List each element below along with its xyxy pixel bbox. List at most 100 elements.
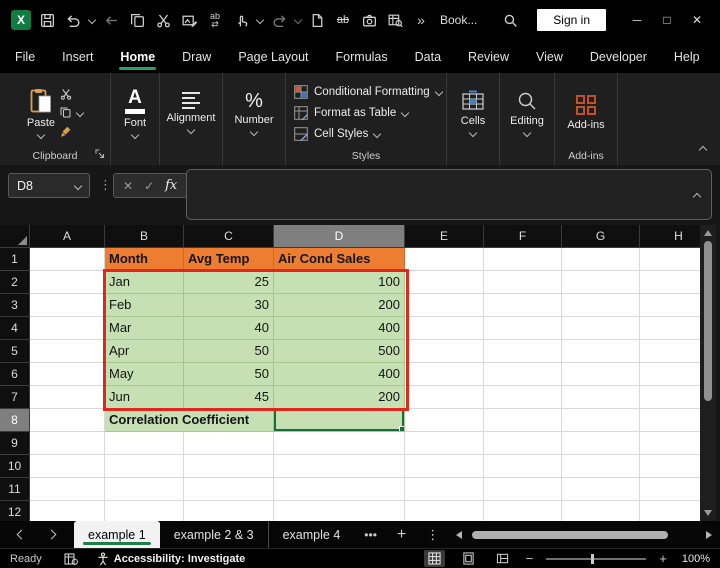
cell-C6[interactable]: 50: [184, 363, 274, 386]
addins-button[interactable]: Add-ins: [567, 94, 604, 131]
cell-F1[interactable]: [484, 248, 562, 271]
column-header-H[interactable]: H: [640, 225, 700, 248]
column-header-A[interactable]: A: [30, 225, 105, 248]
strikethrough-icon[interactable]: ab: [330, 0, 356, 40]
cell-A9[interactable]: [30, 432, 105, 455]
editing-button[interactable]: Editing: [510, 90, 544, 136]
row-header-9[interactable]: 9: [0, 432, 30, 455]
column-header-D[interactable]: D: [274, 225, 405, 248]
minimize-button[interactable]: ─: [622, 0, 652, 40]
cell-E6[interactable]: [405, 363, 484, 386]
cell-G5[interactable]: [562, 340, 640, 363]
cell-G7[interactable]: [562, 386, 640, 409]
vertical-scrollbar[interactable]: [700, 225, 716, 521]
cell-G11[interactable]: [562, 478, 640, 501]
cell-C2[interactable]: 25: [184, 271, 274, 294]
column-header-C[interactable]: C: [184, 225, 274, 248]
cell-F6[interactable]: [484, 363, 562, 386]
touch-mode-dropdown-icon[interactable]: [254, 0, 266, 40]
cell-D1[interactable]: Air Cond Sales: [274, 248, 405, 271]
zoom-level[interactable]: 100%: [682, 553, 710, 565]
cell-B1[interactable]: Month: [105, 248, 184, 271]
cell-G9[interactable]: [562, 432, 640, 455]
scroll-left-icon[interactable]: [456, 531, 462, 539]
cut-button[interactable]: [59, 87, 83, 101]
zoom-out-button[interactable]: −: [526, 552, 534, 565]
tab-developer[interactable]: Developer: [589, 42, 648, 72]
cell-H9[interactable]: [640, 432, 700, 455]
row-header-1[interactable]: 1: [0, 248, 30, 271]
cell-B7[interactable]: Jun: [105, 386, 184, 409]
column-header-B[interactable]: B: [105, 225, 184, 248]
paste-button[interactable]: Paste: [27, 88, 55, 138]
tab-draw[interactable]: Draw: [181, 42, 212, 72]
cell-C4[interactable]: 40: [184, 317, 274, 340]
cell-C1[interactable]: Avg Temp: [184, 248, 274, 271]
cell-B9[interactable]: [105, 432, 184, 455]
cut-icon[interactable]: [150, 0, 176, 40]
tab-insert[interactable]: Insert: [61, 42, 94, 72]
cell-F5[interactable]: [484, 340, 562, 363]
cell-E5[interactable]: [405, 340, 484, 363]
collapse-ribbon-icon[interactable]: [700, 140, 706, 158]
cell-E1[interactable]: [405, 248, 484, 271]
enter-entry-button[interactable]: ✓: [144, 179, 154, 193]
scroll-down-icon[interactable]: [704, 510, 712, 516]
cell-C7[interactable]: 45: [184, 386, 274, 409]
font-button[interactable]: A Font: [124, 88, 146, 138]
tab-home[interactable]: Home: [119, 42, 156, 72]
cell-D8[interactable]: [274, 409, 405, 432]
cell-H3[interactable]: [640, 294, 700, 317]
horizontal-scrollbar-thumb[interactable]: [472, 531, 668, 539]
alignment-button[interactable]: Alignment: [167, 92, 216, 133]
cell-D7[interactable]: 200: [274, 386, 405, 409]
cell-F2[interactable]: [484, 271, 562, 294]
save-icon[interactable]: [34, 0, 60, 40]
cell-B4[interactable]: Mar: [105, 317, 184, 340]
cell-F3[interactable]: [484, 294, 562, 317]
cell-H4[interactable]: [640, 317, 700, 340]
name-box-dropdown-icon[interactable]: [74, 181, 82, 189]
cell-H11[interactable]: [640, 478, 700, 501]
normal-view-button[interactable]: [424, 550, 445, 567]
row-header-7[interactable]: 7: [0, 386, 30, 409]
cell-E3[interactable]: [405, 294, 484, 317]
cell-C11[interactable]: [184, 478, 274, 501]
cell-A7[interactable]: [30, 386, 105, 409]
cell-D11[interactable]: [274, 478, 405, 501]
cell-D2[interactable]: 100: [274, 271, 405, 294]
zoom-in-button[interactable]: +: [659, 552, 667, 565]
table-lookup-icon[interactable]: [382, 0, 408, 40]
vertical-scrollbar-thumb[interactable]: [704, 241, 712, 401]
cell-G2[interactable]: [562, 271, 640, 294]
page-break-preview-button[interactable]: [492, 550, 513, 567]
cell-H8[interactable]: [640, 409, 700, 432]
row-header-5[interactable]: 5: [0, 340, 30, 363]
cell-F9[interactable]: [484, 432, 562, 455]
cells-button[interactable]: Cells: [461, 90, 485, 136]
cell-D6[interactable]: 400: [274, 363, 405, 386]
horizontal-scrollbar-track[interactable]: [470, 530, 698, 540]
horizontal-scrollbar[interactable]: [456, 530, 720, 540]
tab-view[interactable]: View: [535, 42, 564, 72]
cell-E4[interactable]: [405, 317, 484, 340]
select-all-corner[interactable]: [0, 225, 30, 248]
cell-B8[interactable]: Correlation Coefficient: [105, 409, 274, 432]
search-icon[interactable]: [497, 0, 523, 40]
sheet-tab-example-1[interactable]: example 1: [74, 521, 160, 548]
sheet-tab-example-2-3[interactable]: example 2 & 3: [160, 521, 268, 548]
cell-B10[interactable]: [105, 455, 184, 478]
more-commands-icon[interactable]: »: [408, 0, 434, 40]
cell-F11[interactable]: [484, 478, 562, 501]
cell-A4[interactable]: [30, 317, 105, 340]
cell-B5[interactable]: Apr: [105, 340, 184, 363]
accessibility-status[interactable]: Accessibility: Investigate: [114, 553, 245, 565]
cell-F10[interactable]: [484, 455, 562, 478]
tab-page-layout[interactable]: Page Layout: [237, 42, 309, 72]
cell-H6[interactable]: [640, 363, 700, 386]
insert-picture-icon[interactable]: [176, 0, 202, 40]
row-header-8[interactable]: 8: [0, 409, 30, 432]
cell-G10[interactable]: [562, 455, 640, 478]
tab-formulas[interactable]: Formulas: [335, 42, 389, 72]
formula-bar-handle-icon[interactable]: ⋮: [99, 177, 112, 193]
